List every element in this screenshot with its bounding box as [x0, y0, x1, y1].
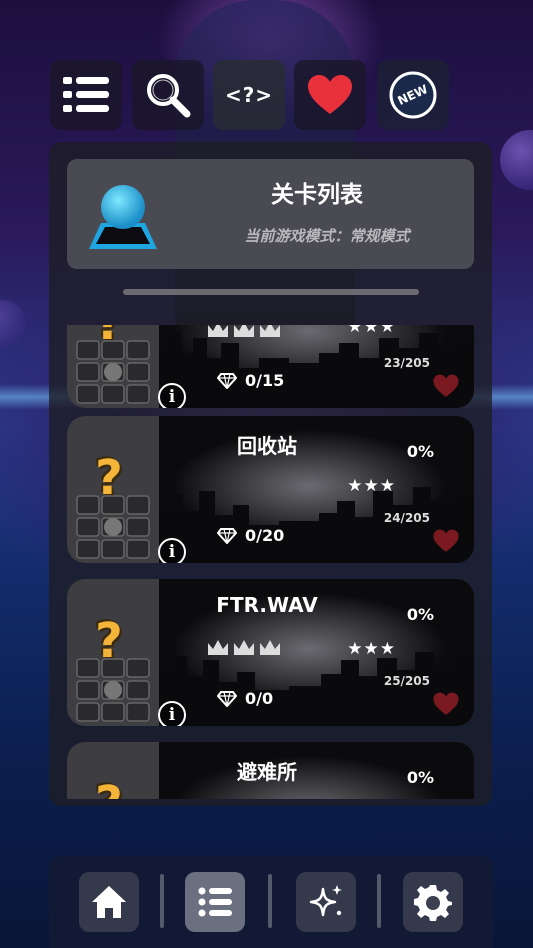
level-name: 回收站 — [237, 434, 297, 458]
star-rating: ★★★ — [347, 325, 396, 337]
gem-count: 0/0 — [245, 689, 274, 708]
effects-button[interactable] — [296, 872, 356, 932]
heart-icon — [308, 75, 352, 114]
crown-icon — [208, 640, 228, 655]
level-thumbnail: ? — [67, 742, 159, 799]
locked-question-icon: ? — [95, 776, 123, 799]
crown-icon — [234, 325, 254, 337]
diamond-icon — [217, 527, 237, 544]
crown-icon — [260, 325, 280, 337]
code-icon: <?> — [224, 83, 274, 107]
nav-divider — [377, 874, 381, 928]
favorites-button[interactable] — [294, 60, 366, 130]
settings-button[interactable] — [403, 872, 463, 932]
game-mode-label: 当前游戏模式：常规模式 — [244, 227, 410, 245]
tile-grid-icon — [76, 495, 150, 559]
level-thumbnail: ? — [67, 325, 159, 408]
new-levels-button[interactable]: NEW — [377, 60, 449, 130]
level-thumbnail: ? — [67, 579, 159, 726]
level-info-button[interactable]: i — [158, 538, 186, 563]
crown-icon — [260, 640, 280, 655]
gem-counter: 0/15 — [217, 371, 284, 390]
menu-button[interactable] — [50, 60, 122, 130]
star-count: 24/205 — [383, 511, 430, 525]
level-progress-percent: 0% — [406, 442, 434, 461]
star-rating: ★★★ — [347, 639, 396, 659]
level-list-icon — [198, 887, 232, 917]
favorite-heart-icon[interactable] — [432, 374, 460, 398]
code-button[interactable]: <?> — [213, 60, 285, 130]
star-count: 23/205 — [383, 356, 430, 370]
crown-icon — [208, 325, 228, 337]
search-icon — [147, 74, 191, 118]
diamond-icon — [217, 372, 237, 389]
level-info-button[interactable]: i — [158, 383, 186, 408]
level-name: 避难所 — [237, 760, 297, 784]
level-list-panel: 关卡列表 当前游戏模式：常规模式 ? ★★ — [49, 142, 492, 806]
search-button[interactable] — [132, 60, 204, 130]
crown-rating — [207, 325, 281, 339]
level-progress-percent: 0% — [406, 768, 434, 787]
level-list[interactable]: ? ★★★ 23/205 0/15 — [67, 325, 474, 799]
tile-grid-icon — [76, 340, 150, 404]
nav-divider — [160, 874, 164, 928]
level-card[interactable]: ? 避难所 0% — [67, 742, 474, 799]
bottom-navigation — [49, 856, 493, 948]
nav-divider — [268, 874, 272, 928]
gem-count: 0/20 — [245, 526, 285, 545]
gem-count: 0/15 — [245, 371, 285, 390]
home-icon — [92, 886, 126, 918]
level-name: FTR.WAV — [216, 593, 318, 617]
gem-counter: 0/20 — [217, 526, 284, 545]
list-icon — [63, 77, 109, 112]
background-planet — [500, 130, 533, 190]
crown-rating — [207, 639, 281, 657]
tile-grid-icon — [76, 658, 150, 722]
level-card[interactable]: ? ★★★ 23/205 0/15 — [67, 325, 474, 408]
background-planet — [0, 300, 26, 346]
sparkle-icon — [309, 885, 342, 917]
gem-counter: 0/0 — [217, 689, 273, 708]
favorite-heart-icon[interactable] — [432, 692, 460, 716]
ball-on-tile-icon — [89, 185, 157, 249]
crown-icon — [234, 640, 254, 655]
settings-icon — [414, 885, 452, 921]
horizontal-scrollbar[interactable] — [123, 289, 419, 295]
level-info-button[interactable]: i — [158, 701, 186, 726]
level-list-button[interactable] — [185, 872, 245, 932]
top-toolbar: <?> NEW — [50, 60, 480, 130]
star-rating: ★★★ — [347, 476, 396, 496]
level-list-header: 关卡列表 当前游戏模式：常规模式 — [67, 159, 474, 269]
home-button[interactable] — [79, 872, 139, 932]
level-card[interactable]: ? 回收站 0% ★★★ 24/205 0/20 i — [67, 416, 474, 563]
diamond-icon — [217, 690, 237, 707]
level-progress-percent: 0% — [406, 605, 434, 624]
level-thumbnail: ? — [67, 416, 159, 563]
level-card[interactable]: ? FTR.WAV 0% ★★★ 25/205 0/0 i — [67, 579, 474, 726]
favorite-heart-icon[interactable] — [432, 529, 460, 553]
page-title: 关卡列表 — [271, 182, 363, 208]
star-count: 25/205 — [383, 674, 430, 688]
